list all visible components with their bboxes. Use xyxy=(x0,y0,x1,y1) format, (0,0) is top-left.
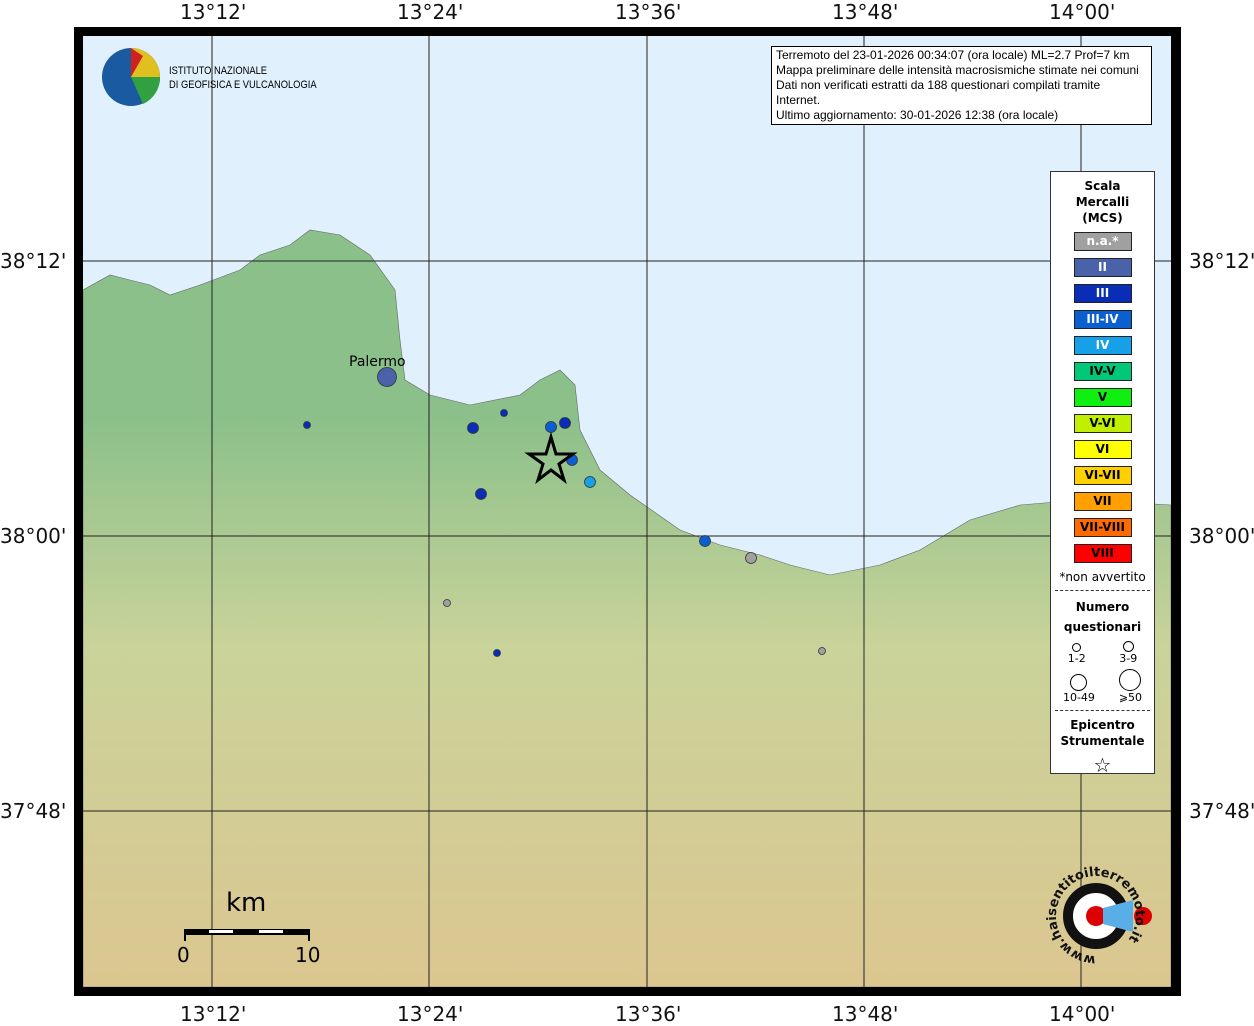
intensity-point[interactable] xyxy=(500,409,508,417)
legend-swatch: n.a.* xyxy=(1073,232,1132,251)
count-label: 1-2 xyxy=(1067,652,1086,665)
lat-label-left: 37°48' xyxy=(0,799,67,823)
legend-swatch: IV xyxy=(1073,336,1132,355)
intensity-point[interactable] xyxy=(584,476,596,488)
legend-swatch: III-IV xyxy=(1073,310,1132,329)
lat-label-right: 38°12' xyxy=(1189,249,1254,273)
legend-note: *non avvertito xyxy=(1059,570,1146,584)
count-50: ⩾50 xyxy=(1119,669,1142,704)
legend-swatch: III xyxy=(1073,284,1132,303)
count-1-2: 1-2 xyxy=(1068,643,1086,665)
lon-label-top: 13°48' xyxy=(832,0,899,24)
intensity-point[interactable] xyxy=(818,647,826,655)
epi-title: Epicentro xyxy=(1070,718,1135,732)
logo-text: ISTITUTO NAZIONALE DI GEOFISICA E VULCANO… xyxy=(169,64,317,92)
intensity-point[interactable] xyxy=(559,417,571,429)
epi-title: Strumentale xyxy=(1060,734,1145,748)
lon-label-bottom: 13°48' xyxy=(832,1002,899,1026)
lon-label-top: 13°24' xyxy=(397,0,464,24)
lat-label-right: 37°48' xyxy=(1189,799,1254,823)
legend-swatch: VI xyxy=(1073,440,1132,459)
count-title: Numero xyxy=(1075,600,1130,614)
lon-label-top: 13°36' xyxy=(615,0,682,24)
intensity-point[interactable] xyxy=(467,422,479,434)
legend-title: Mercalli xyxy=(1075,195,1130,209)
legend: Scala Mercalli (MCS) n.a.* II III III-IV IV I… xyxy=(1050,171,1155,777)
intensity-point[interactable] xyxy=(545,421,557,433)
legend-swatch: II xyxy=(1073,258,1132,277)
legend-swatch: VII-VIII xyxy=(1073,518,1132,537)
intensity-point[interactable] xyxy=(377,367,397,387)
intensity-point[interactable] xyxy=(699,535,711,547)
logo-line: DI GEOFISICA E VULCANOLOGIA xyxy=(169,79,317,91)
intensity-point[interactable] xyxy=(303,421,311,429)
lon-label-bottom: 13°12' xyxy=(180,1002,247,1026)
count-3-9: 3-9 xyxy=(1119,641,1137,665)
info-line: Mappa preliminare delle intensità macros… xyxy=(776,63,1139,77)
count-10-49: 10-49 xyxy=(1063,674,1095,704)
scale-min: 0 xyxy=(177,943,190,967)
map-area[interactable]: www.haisentitoilterremoto.it xyxy=(83,36,1171,987)
lat-label-left: 38°12' xyxy=(0,249,67,273)
count-title: questionari xyxy=(1063,620,1142,634)
lat-label-right: 38°00' xyxy=(1189,524,1254,548)
legend-swatch: VIII xyxy=(1073,544,1132,563)
legend-swatch: VI-VII xyxy=(1073,466,1132,485)
lon-label-top: 14°00' xyxy=(1049,0,1116,24)
intensity-point[interactable] xyxy=(745,552,757,564)
star-icon: ☆ xyxy=(1093,753,1112,777)
intensity-point[interactable] xyxy=(493,649,501,657)
legend-swatch: V xyxy=(1073,388,1132,407)
intensity-point[interactable] xyxy=(443,599,451,607)
lon-label-bottom: 13°36' xyxy=(615,1002,682,1026)
legend-swatch: V-VI xyxy=(1073,414,1132,433)
land xyxy=(83,229,1171,987)
info-line: Terremoto del 23-01-2026 00:34:07 (ora l… xyxy=(776,48,1130,62)
scale-max: 10 xyxy=(295,943,321,967)
info-line: Dati non verificati estratti da 188 ques… xyxy=(776,78,1101,107)
count-label: 10-49 xyxy=(1062,691,1095,704)
legend-swatch: VII xyxy=(1073,492,1132,511)
event-info-box: Terremoto del 23-01-2026 00:34:07 (ora l… xyxy=(771,46,1152,125)
count-label: ⩾50 xyxy=(1118,691,1143,704)
count-label: 3-9 xyxy=(1119,652,1138,665)
legend-swatch: IV-V xyxy=(1073,362,1132,381)
info-line: Ultimo aggiornamento: 30-01-2026 12:38 (… xyxy=(776,108,1059,122)
map-svg: www.haisentitoilterremoto.it xyxy=(83,36,1171,987)
scale-unit: km xyxy=(226,888,267,918)
lon-label-top: 13°12' xyxy=(180,0,247,24)
intensity-point[interactable] xyxy=(475,488,487,500)
legend-title: (MCS) xyxy=(1082,211,1123,225)
logo-line: ISTITUTO NAZIONALE xyxy=(169,65,268,77)
city-label: Palermo xyxy=(349,354,406,370)
lon-label-bottom: 13°24' xyxy=(397,1002,464,1026)
lon-label-bottom: 14°00' xyxy=(1049,1002,1116,1026)
legend-title: Scala xyxy=(1084,179,1121,193)
lat-label-left: 38°00' xyxy=(0,524,67,548)
